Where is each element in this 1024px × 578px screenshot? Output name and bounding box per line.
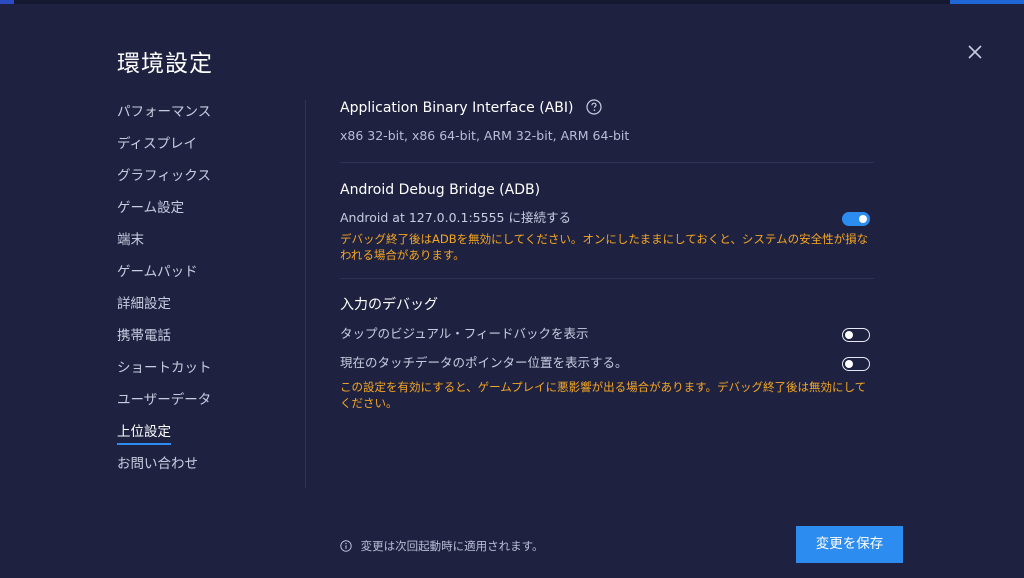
sidebar-nav: パフォーマンス ディスプレイ グラフィックス ゲーム設定 端末 ゲームパッド 詳… bbox=[117, 100, 287, 484]
sidebar-item-label: ディスプレイ bbox=[117, 136, 198, 152]
sidebar-item-label: 端末 bbox=[117, 232, 144, 248]
adb-section-title: Android Debug Bridge (ADB) bbox=[340, 182, 541, 198]
pointer-location-label: 現在のタッチデータのポインター位置を表示する。 bbox=[340, 355, 628, 370]
abi-value: x86 32-bit, x86 64-bit, ARM 32-bit, ARM … bbox=[340, 128, 630, 143]
sidebar-item-user-data[interactable]: ユーザーデータ bbox=[117, 388, 287, 420]
adb-connect-toggle[interactable] bbox=[842, 212, 870, 226]
input-debug-section-title: 入力のデバッグ bbox=[340, 297, 438, 313]
close-icon[interactable] bbox=[964, 41, 986, 63]
adb-warning: デバッグ終了後はADBを無効にしてください。オンにしたままにしておくと、システム… bbox=[340, 232, 869, 262]
sidebar-item-label: パフォーマンス bbox=[117, 104, 212, 120]
adb-connect-row: Android at 127.0.0.1:5555 に接続する bbox=[340, 208, 874, 228]
sidebar-item-phone[interactable]: 携帯電話 bbox=[117, 324, 287, 356]
info-circle-icon bbox=[340, 539, 352, 552]
restart-note: 変更は次回起動時に適用されます。 bbox=[340, 538, 544, 554]
question-circle-icon[interactable] bbox=[586, 98, 602, 115]
sidebar-item-label: 詳細設定 bbox=[117, 296, 171, 312]
sidebar-item-developer[interactable]: 上位設定 bbox=[117, 420, 287, 452]
input-debug-warning: この設定を有効にすると、ゲームプレイに悪影響が出る場合があります。デバッグ終了後… bbox=[340, 380, 867, 410]
save-changes-button[interactable]: 変更を保存 bbox=[796, 526, 903, 563]
sidebar-item-label: 携帯電話 bbox=[117, 328, 171, 344]
sidebar-item-label: お問い合わせ bbox=[117, 456, 198, 472]
settings-dialog: 環境設定 パフォーマンス ディスプレイ グラフィックス ゲーム設定 端末 ゲーム… bbox=[0, 4, 1024, 578]
dialog-title: 環境設定 bbox=[117, 51, 213, 77]
sidebar-item-label: ユーザーデータ bbox=[117, 392, 212, 408]
sidebar-item-advanced[interactable]: 詳細設定 bbox=[117, 292, 287, 324]
sidebar-item-graphics[interactable]: グラフィックス bbox=[117, 164, 287, 196]
settings-content: Application Binary Interface (ABI) x86 3… bbox=[340, 98, 874, 411]
sidebar-item-label: グラフィックス bbox=[117, 168, 211, 184]
sidebar-item-performance[interactable]: パフォーマンス bbox=[117, 100, 287, 132]
tap-feedback-row: タップのビジュアル・フィードバックを表示 bbox=[340, 324, 874, 344]
sidebar-item-contact[interactable]: お問い合わせ bbox=[117, 452, 287, 484]
tap-feedback-toggle[interactable] bbox=[842, 328, 870, 342]
adb-connect-label: Android at 127.0.0.1:5555 に接続する bbox=[340, 210, 571, 225]
pointer-location-toggle[interactable] bbox=[842, 357, 870, 371]
restart-note-text: 変更は次回起動時に適用されます。 bbox=[360, 539, 544, 553]
toggle-knob bbox=[845, 330, 853, 339]
tap-feedback-label: タップのビジュアル・フィードバックを表示 bbox=[340, 326, 589, 341]
abi-title-text: Application Binary Interface (ABI) bbox=[340, 100, 574, 116]
sidebar-item-shortcuts[interactable]: ショートカット bbox=[117, 356, 287, 388]
sidebar-item-game-settings[interactable]: ゲーム設定 bbox=[117, 196, 287, 228]
sidebar-item-gamepad[interactable]: ゲームパッド bbox=[117, 260, 287, 292]
sidebar-item-label: ゲームパッド bbox=[117, 264, 198, 280]
sidebar-item-label: 上位設定 bbox=[117, 422, 171, 445]
toggle-knob bbox=[859, 214, 867, 223]
sidebar-item-display[interactable]: ディスプレイ bbox=[117, 132, 287, 164]
sidebar-divider bbox=[305, 100, 306, 488]
pointer-location-row: 現在のタッチデータのポインター位置を表示する。 bbox=[340, 353, 874, 373]
sidebar-item-device[interactable]: 端末 bbox=[117, 228, 287, 260]
sidebar-item-label: ショートカット bbox=[117, 360, 212, 376]
sidebar-item-label: ゲーム設定 bbox=[117, 200, 185, 216]
toggle-knob bbox=[845, 359, 853, 368]
abi-section-title: Application Binary Interface (ABI) bbox=[340, 98, 874, 118]
